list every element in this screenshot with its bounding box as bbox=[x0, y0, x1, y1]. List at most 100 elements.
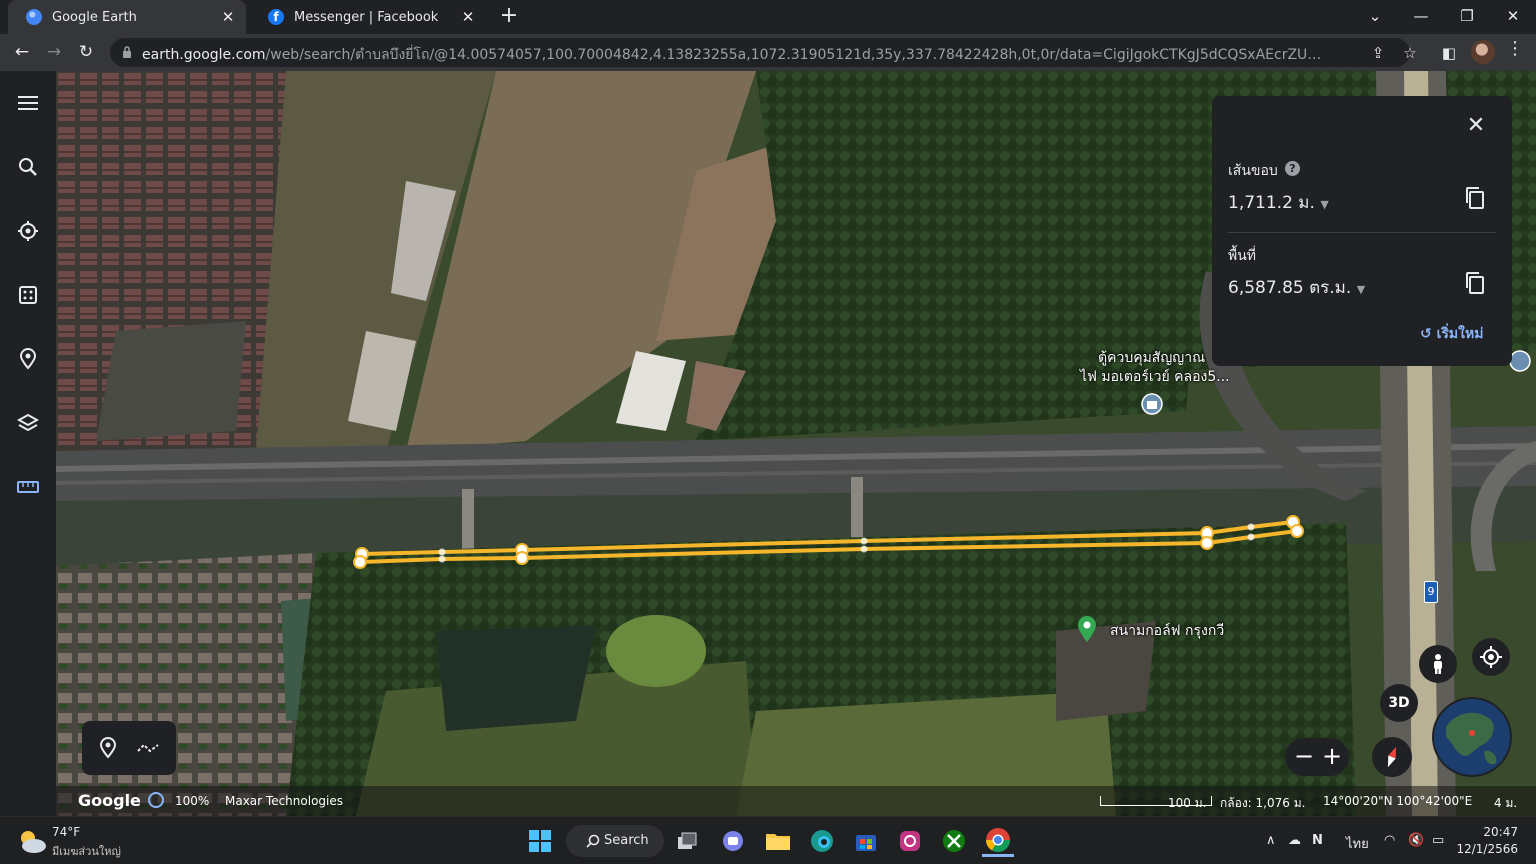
minimize-button[interactable]: — bbox=[1398, 0, 1444, 32]
measure-midpoint[interactable] bbox=[438, 555, 446, 563]
xbox-icon[interactable] bbox=[938, 825, 970, 857]
reset-measure-button[interactable]: ↺ เริ่มใหม่ bbox=[1420, 323, 1483, 345]
map-status-bar: Google 100% Maxar Technologies 100 ม. กล… bbox=[56, 786, 1536, 816]
globe-icon bbox=[1434, 699, 1510, 775]
menu-icon[interactable] bbox=[14, 89, 42, 117]
draw-line-icon[interactable] bbox=[136, 741, 162, 755]
imagery-credit[interactable]: Maxar Technologies bbox=[225, 794, 343, 808]
zoom-in-button[interactable]: + bbox=[1319, 742, 1345, 772]
load-percent: 100% bbox=[175, 794, 210, 808]
golf-course-label[interactable]: สนามกอล์ฟ กรุงกวี bbox=[1110, 620, 1224, 642]
compass-needle-icon bbox=[1387, 746, 1397, 768]
browser-menu-icon[interactable]: ⋮ bbox=[1505, 38, 1525, 59]
back-button[interactable]: ← bbox=[8, 38, 36, 66]
measure-vertex[interactable] bbox=[353, 555, 367, 569]
measure-midpoint[interactable] bbox=[860, 545, 868, 553]
weather-temp[interactable]: 74°F bbox=[52, 825, 80, 839]
zoom-out-button[interactable]: − bbox=[1291, 742, 1317, 772]
perimeter-unit-dropdown[interactable]: 1,711.2 ม. ▼ bbox=[1228, 189, 1329, 216]
close-tab-icon[interactable]: ✕ bbox=[218, 8, 238, 26]
compass-button[interactable] bbox=[1372, 737, 1412, 777]
feeling-lucky-dice-icon[interactable] bbox=[14, 281, 42, 309]
close-window-button[interactable]: ✕ bbox=[1490, 0, 1536, 32]
task-view-icon[interactable] bbox=[671, 825, 703, 857]
loading-indicator-icon bbox=[148, 792, 164, 808]
battery-icon[interactable]: ▭ bbox=[1432, 833, 1444, 848]
app-tray-icon[interactable]: N bbox=[1312, 833, 1323, 848]
bookmark-star-icon[interactable]: ☆ bbox=[1399, 42, 1421, 64]
edge-browser-icon[interactable] bbox=[806, 825, 838, 857]
google-logo: Google bbox=[78, 791, 141, 810]
tab-title: Messenger | Facebook bbox=[294, 9, 439, 25]
measure-vertex[interactable] bbox=[1290, 524, 1304, 538]
measure-panel: ✕ เส้นขอบ ? 1,711.2 ม. ▼ พื้นที่ 6,587.8… bbox=[1212, 96, 1512, 366]
address-bar[interactable]: earth.google.com/web/search/ตำบลบึงยี่โถ… bbox=[110, 38, 1410, 67]
area-value: 6,587.85 ตร.ม. bbox=[1228, 278, 1352, 298]
input-language[interactable]: ไทย bbox=[1346, 833, 1369, 854]
clock-date[interactable]: 12/1/2566 bbox=[1456, 842, 1518, 856]
projects-pin-icon[interactable] bbox=[14, 345, 42, 373]
toggle-3d-button[interactable]: 3D bbox=[1380, 684, 1418, 722]
browser-toolbar: ← → ↻ earth.google.com/web/search/ตำบลบึ… bbox=[0, 34, 1536, 71]
perimeter-label: เส้นขอบ bbox=[1228, 163, 1278, 179]
perimeter-value: 1,711.2 ม. bbox=[1228, 193, 1315, 213]
search-icon bbox=[586, 834, 600, 848]
taskbar-search-box[interactable]: Search bbox=[566, 825, 664, 857]
wifi-icon[interactable]: ◠ bbox=[1384, 833, 1395, 848]
side-panel-icon[interactable]: ◧ bbox=[1438, 42, 1460, 64]
forward-button[interactable]: → bbox=[40, 38, 68, 66]
measure-midpoint[interactable] bbox=[1247, 523, 1255, 531]
close-measure-button[interactable]: ✕ bbox=[1464, 114, 1488, 138]
share-icon[interactable]: ⇪ bbox=[1367, 42, 1389, 64]
pegman-street-view-icon[interactable] bbox=[1419, 645, 1457, 683]
traffic-control-poi-icon[interactable] bbox=[1141, 393, 1163, 421]
close-tab-icon[interactable]: ✕ bbox=[458, 8, 478, 26]
chevron-down-icon: ▼ bbox=[1356, 283, 1366, 296]
globe-minimap[interactable] bbox=[1432, 697, 1512, 777]
onedrive-cloud-icon[interactable]: ☁ bbox=[1288, 833, 1301, 848]
add-placemark-icon[interactable] bbox=[98, 737, 118, 759]
clock-time[interactable]: 20:47 bbox=[1466, 825, 1518, 839]
reload-button[interactable]: ↻ bbox=[72, 38, 100, 66]
measure-midpoint[interactable] bbox=[438, 548, 446, 556]
golf-course-pin-icon[interactable] bbox=[1076, 615, 1098, 643]
url-host: earth.google.com bbox=[142, 47, 266, 63]
tab-search-icon[interactable]: ⌄ bbox=[1352, 0, 1398, 32]
traffic-control-label-line2[interactable]: ไฟ มอเตอร์เวย์ คลอง5... bbox=[1080, 366, 1230, 388]
highway-route-shield: 9 bbox=[1424, 581, 1438, 603]
file-explorer-icon[interactable] bbox=[762, 825, 794, 857]
measure-vertex[interactable] bbox=[515, 551, 529, 565]
search-icon[interactable] bbox=[14, 153, 42, 181]
draw-tools bbox=[82, 721, 176, 775]
chrome-taskbar-icon[interactable] bbox=[982, 825, 1014, 857]
show-hidden-icons-chevron-icon[interactable]: ∧ bbox=[1266, 833, 1276, 848]
microsoft-store-icon[interactable] bbox=[850, 825, 882, 857]
map-style-layers-icon[interactable] bbox=[14, 409, 42, 437]
url-text[interactable]: earth.google.com/web/search/ตำบลบึงยี่โถ… bbox=[142, 44, 1322, 66]
measure-vertex[interactable] bbox=[1200, 536, 1214, 550]
measure-midpoint[interactable] bbox=[1247, 533, 1255, 541]
area-unit-dropdown[interactable]: 6,587.85 ตร.ม. ▼ bbox=[1228, 274, 1365, 301]
restore-button[interactable]: ❐ bbox=[1444, 0, 1490, 32]
profile-avatar[interactable] bbox=[1471, 40, 1495, 64]
tab-google-earth[interactable]: Google Earth ✕ bbox=[8, 0, 246, 34]
tab-title: Google Earth bbox=[52, 9, 137, 25]
my-location-icon[interactable] bbox=[1472, 638, 1510, 676]
instagram-icon[interactable] bbox=[894, 825, 926, 857]
speaker-muted-icon[interactable]: 🔇 bbox=[1408, 833, 1424, 848]
tab-messenger[interactable]: f Messenger | Facebook ✕ bbox=[250, 0, 486, 34]
lock-icon[interactable] bbox=[122, 45, 132, 59]
weather-desc[interactable]: มีเมฆส่วนใหญ่ bbox=[52, 842, 121, 860]
start-windows-icon[interactable] bbox=[524, 825, 556, 857]
voyager-wheel-icon[interactable] bbox=[14, 217, 42, 245]
weather-cloud-sun-icon[interactable] bbox=[16, 827, 48, 855]
copy-perimeter-icon[interactable] bbox=[1464, 186, 1486, 210]
copy-area-icon[interactable] bbox=[1464, 271, 1486, 295]
measure-midpoint[interactable] bbox=[860, 537, 868, 545]
measure-ruler-icon[interactable] bbox=[14, 473, 42, 501]
teams-chat-icon[interactable] bbox=[717, 825, 749, 857]
camera-altitude: กล้อง: 1,076 ม. bbox=[1220, 796, 1306, 810]
new-tab-button[interactable]: + bbox=[496, 4, 522, 30]
chevron-down-icon: ▼ bbox=[1320, 198, 1329, 211]
help-icon[interactable]: ? bbox=[1285, 161, 1300, 176]
